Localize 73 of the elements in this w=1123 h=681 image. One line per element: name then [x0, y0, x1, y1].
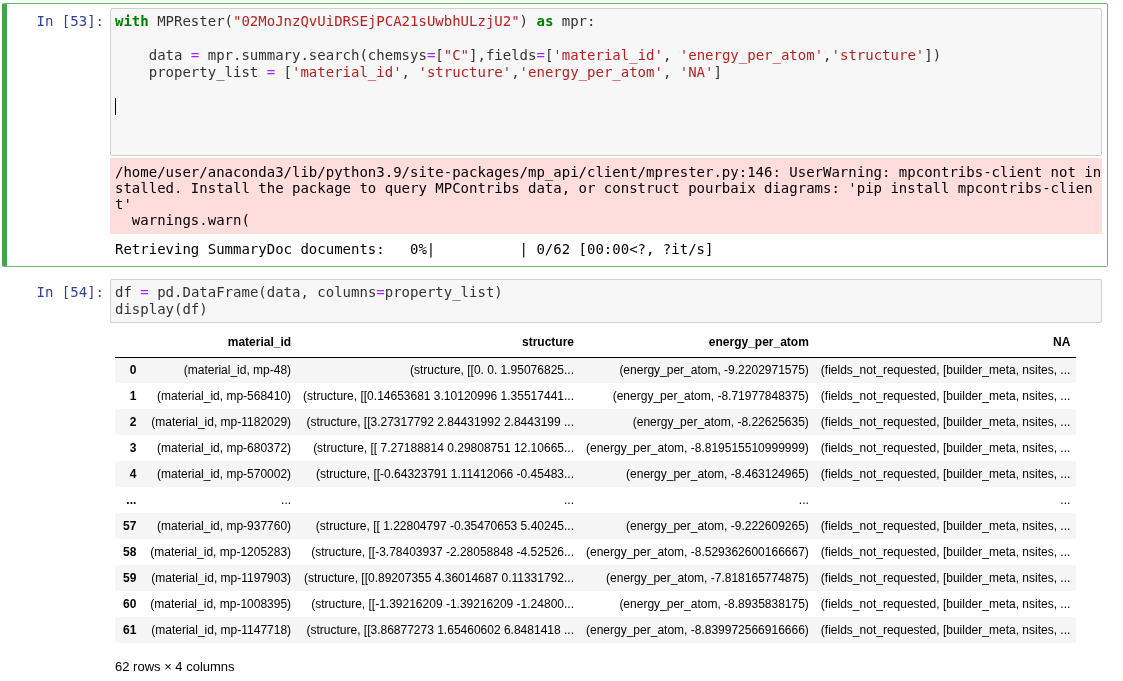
table-cell: (material_id, mp-568410)	[144, 383, 298, 409]
row-index: 61	[115, 617, 145, 643]
table-cell: (material_id, mp-1147718)	[144, 617, 298, 643]
table-cell: (energy_per_atom, -8.463124965)	[580, 461, 815, 487]
table-cell: (fields_not_requested, [builder_meta, nsites, ...	[814, 357, 1077, 383]
table-cell: (energy_per_atom, -8.22625635)	[580, 409, 815, 435]
table-cell: (material_id, mp-1205283)	[144, 539, 298, 565]
cell-prompt: In [54]:	[35, 283, 105, 302]
code-line: property_list = ['material_id', 'structure','energy_per_atom', 'NA']	[147, 64, 722, 81]
table-cell: (fields_not_requested, [builder_meta, nsites, ...	[814, 513, 1077, 539]
cell-prompt: In [53]:	[35, 12, 105, 31]
table-cell: (fields_not_requested, [builder_meta, nsites, ...	[814, 409, 1077, 435]
table-cell: (material_id, mp-570002)	[144, 461, 298, 487]
code-line: df = pd.DataFrame(data, columns=property_list)	[115, 284, 503, 301]
row-index: 57	[115, 513, 145, 539]
column-header: energy_per_atom	[580, 328, 815, 357]
table-cell: (fields_not_requested, [builder_meta, nsites, ...	[814, 539, 1077, 565]
warning-text: /home/user/anaconda3/lib/python3.9/site-packages/mp_api/client/mprester.py:146: UserWarning: mpcontribs-client not installed. Install the package to query MPContribs data, or construct pourbaix diagrams: 'pip install mpcontribs-client' warnings.warn(	[115, 164, 1102, 228]
code-input[interactable]: df = pd.DataFrame(data, columns=property_list) display(df)	[110, 279, 1102, 323]
table-cell: (fields_not_requested, [builder_meta, nsites, ...	[814, 435, 1077, 461]
row-index: 60	[115, 591, 145, 617]
table-cell: (material_id, mp-1182029)	[144, 409, 298, 435]
column-header: NA	[814, 328, 1077, 357]
table-cell: (structure, [[0. 0. 1.95076825...	[297, 357, 580, 383]
row-index: 58	[115, 539, 145, 565]
progress-output: Retrieving SummaryDoc documents: 0%| | 0/62 [00:00<?, ?it/s]	[115, 241, 714, 258]
table-cell: (fields_not_requested, [builder_meta, nsites, ...	[814, 383, 1077, 409]
table-cell: ...	[814, 487, 1077, 513]
table-cell: (fields_not_requested, [builder_meta, nsites, ...	[814, 565, 1077, 591]
row-index: 1	[115, 383, 145, 409]
table-cell: (material_id, mp-937760)	[144, 513, 298, 539]
table-cell: (structure, [[0.89207355 4.36014687 0.11331792...	[297, 565, 580, 591]
table-cell: (energy_per_atom, -9.2202971575)	[580, 357, 815, 383]
code-line: with MPRester("02MoJnzQvUiDRSEjPCA21sUwbhULzjU2") as mpr:	[115, 13, 596, 30]
table-cell: (energy_per_atom, -8.529362600166667)	[580, 539, 815, 565]
row-index: 59	[115, 565, 145, 591]
code-input[interactable]	[110, 8, 1102, 156]
table-cell: (material_id, mp-1197903)	[144, 565, 298, 591]
table-cell: ...	[580, 487, 815, 513]
table-cell: (fields_not_requested, [builder_meta, nsites, ...	[814, 617, 1077, 643]
table-cell: (material_id, mp-48)	[144, 357, 298, 383]
table-cell: (material_id, mp-680372)	[144, 435, 298, 461]
column-header: material_id	[144, 328, 298, 357]
table-cell: (structure, [[-3.78403937 -2.28058848 -4.52526...	[297, 539, 580, 565]
code-line: display(df)	[115, 301, 208, 318]
table-cell: (structure, [[-0.64323791 1.11412066 -0.45483...	[297, 461, 580, 487]
table-cell: (fields_not_requested, [builder_meta, nsites, ...	[814, 461, 1077, 487]
notebook-cell[interactable]	[2, 3, 1108, 267]
text-cursor	[115, 98, 116, 115]
table-shape-text: 62 rows × 4 columns	[115, 658, 235, 676]
row-index: 2	[115, 409, 145, 435]
row-index: 0	[115, 357, 145, 383]
table-cell: (structure, [[3.86877273 1.65460602 6.8481418 ...	[297, 617, 580, 643]
table-cell: (energy_per_atom, -9.222609265)	[580, 513, 815, 539]
table-cell: (energy_per_atom, -8.8935838175)	[580, 591, 815, 617]
table-cell: (structure, [[ 1.22804797 -0.35470653 5.40245...	[297, 513, 580, 539]
table-cell: (energy_per_atom, -7.818165774875)	[580, 565, 815, 591]
row-index: ...	[115, 487, 145, 513]
row-index: 3	[115, 435, 145, 461]
table-cell: (structure, [[0.14653681 3.10120996 1.35517441...	[297, 383, 580, 409]
table-cell: (structure, [[ 7.27188814 0.29808751 12.10665...	[297, 435, 580, 461]
table-cell: ...	[144, 487, 298, 513]
table-cell: (structure, [[3.27317792 2.84431992 2.8443199 ...	[297, 409, 580, 435]
table-cell: (energy_per_atom, -8.71977848375)	[580, 383, 815, 409]
table-cell: ...	[297, 487, 580, 513]
column-header: structure	[297, 328, 580, 357]
table-cell: (energy_per_atom, -8.839972566916666)	[580, 617, 815, 643]
table-cell: (structure, [[-1.39216209 -1.39216209 -1.24800...	[297, 591, 580, 617]
table-cell: (energy_per_atom, -8.819515510999999)	[580, 435, 815, 461]
table-cell: (fields_not_requested, [builder_meta, nsites, ...	[814, 591, 1077, 617]
row-index: 4	[115, 461, 145, 487]
table-cell: (material_id, mp-1008395)	[144, 591, 298, 617]
code-line: data = mpr.summary.search(chemsys=["C"],fields=['material_id', 'energy_per_atom','structure'])	[147, 47, 942, 64]
